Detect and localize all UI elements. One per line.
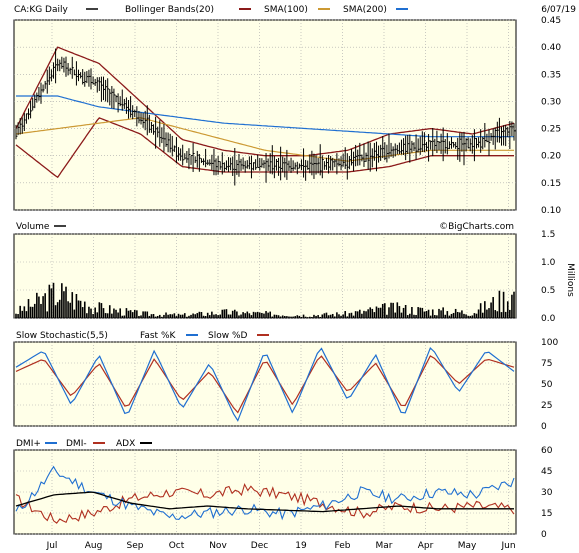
y-tick-label: 0.0 bbox=[541, 314, 556, 324]
volume-panel bbox=[13, 233, 517, 319]
y-tick-label: 1.5 bbox=[541, 230, 555, 240]
stochastic-legend-fastk: Fast %K bbox=[140, 331, 176, 341]
ticker-label: CA:KG Daily bbox=[14, 5, 68, 15]
x-tick-label: Oct bbox=[169, 541, 185, 551]
stochastic-y-axis: 100 75 50 25 0 bbox=[541, 338, 558, 432]
chart-date: 6/07/19 bbox=[541, 5, 576, 15]
y-tick-label: 50 bbox=[541, 380, 553, 390]
y-tick-label: 60 bbox=[541, 446, 553, 456]
x-tick-label: Jul bbox=[46, 541, 58, 551]
volume-y-axis: 1.5 1.0 0.5 0.0 bbox=[541, 230, 556, 324]
y-tick-label: 0.5 bbox=[541, 286, 555, 296]
y-tick-label: 0 bbox=[541, 422, 547, 432]
y-tick-label: 1.0 bbox=[541, 258, 556, 268]
dmi-legend-plus: DMI+ bbox=[16, 439, 41, 449]
volume-y-label: Millions bbox=[565, 263, 575, 297]
dmi-legend-minus: DMI- bbox=[66, 439, 87, 449]
legend-bollinger-label: Bollinger Bands(20) bbox=[125, 5, 214, 15]
x-tick-label: May bbox=[458, 541, 477, 551]
y-tick-label: 0 bbox=[541, 530, 547, 540]
y-tick-label: 100 bbox=[541, 338, 558, 348]
price-y-axis: 0.45 0.40 0.35 0.30 0.25 0.20 0.15 0.10 bbox=[541, 16, 561, 216]
volume-title: Volume bbox=[16, 222, 50, 232]
y-tick-label: 0.25 bbox=[541, 125, 561, 135]
y-tick-label: 0.20 bbox=[541, 152, 561, 162]
x-tick-label: Feb bbox=[335, 541, 351, 551]
x-tick-label: Jun bbox=[500, 541, 515, 551]
dmi-legend-adx: ADX bbox=[116, 439, 135, 449]
y-tick-label: 0.45 bbox=[541, 16, 561, 26]
x-tick-label: Dec bbox=[251, 541, 268, 551]
y-tick-label: 75 bbox=[541, 359, 552, 369]
stock-chart: CA:KG Daily Bollinger Bands(20) SMA(100)… bbox=[13, 5, 576, 551]
y-tick-label: 30 bbox=[541, 488, 553, 498]
stochastic-legend-slowd: Slow %D bbox=[208, 331, 247, 341]
legend-sma100-label: SMA(100) bbox=[264, 5, 308, 15]
y-tick-label: 45 bbox=[541, 467, 552, 477]
x-tick-label: Nov bbox=[209, 541, 227, 551]
x-axis: Jul Aug Sep Oct Nov Dec 19 Feb Mar Apr May Jun bbox=[46, 541, 516, 551]
legend-sma200-label: SMA(200) bbox=[343, 5, 387, 15]
y-tick-label: 0.40 bbox=[541, 43, 561, 53]
y-tick-label: 0.10 bbox=[541, 206, 561, 216]
x-tick-label: Aug bbox=[85, 541, 103, 551]
x-tick-label: Sep bbox=[127, 541, 144, 551]
stochastic-title: Slow Stochastic(5,5) bbox=[16, 331, 108, 341]
y-tick-label: 0.15 bbox=[541, 179, 561, 189]
y-tick-label: 0.35 bbox=[541, 70, 561, 80]
y-tick-label: 15 bbox=[541, 509, 552, 519]
y-tick-label: 25 bbox=[541, 401, 552, 411]
x-tick-label: Mar bbox=[376, 541, 393, 551]
y-tick-label: 0.30 bbox=[541, 97, 561, 107]
x-tick-label: Apr bbox=[418, 541, 434, 551]
dmi-y-axis: 60 45 30 15 0 bbox=[541, 446, 553, 540]
price-panel bbox=[13, 19, 517, 211]
watermark: ©BigCharts.com bbox=[439, 222, 514, 232]
x-tick-label: 19 bbox=[295, 541, 307, 551]
